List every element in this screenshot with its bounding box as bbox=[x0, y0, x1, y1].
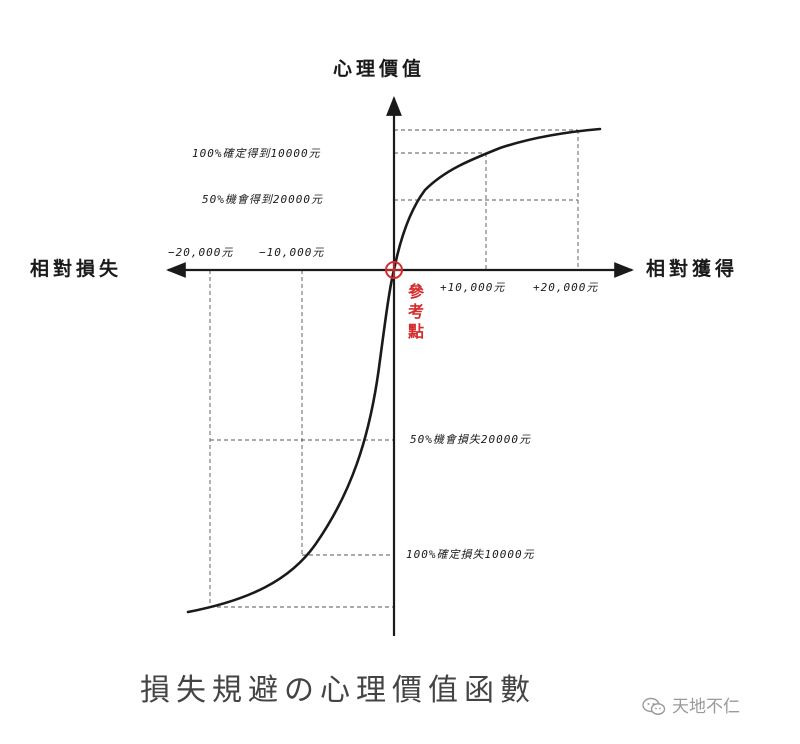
watermark-text: 天地不仁 bbox=[672, 696, 740, 717]
annotation-loss-certain: 100%確定損失10000元 bbox=[406, 548, 535, 561]
annotation-gain-gamble: 50%機會得到20000元 bbox=[202, 193, 323, 206]
reference-point-marker bbox=[385, 261, 403, 279]
value-function-plot bbox=[166, 96, 634, 636]
value-function-diagram: 心理價值 相對獲得 相對損失 −20,000元 −10,000元 +10,000… bbox=[0, 0, 800, 744]
y-axis-label: 心理價值 bbox=[333, 58, 426, 80]
gain-guides bbox=[394, 129, 579, 270]
annotation-loss-gamble: 50%機會損失20000元 bbox=[410, 433, 531, 446]
x-axis-left-label: 相對損失 bbox=[30, 258, 123, 280]
tick-neg-10000: −10,000元 bbox=[259, 246, 325, 259]
loss-guides bbox=[209, 270, 394, 608]
wechat-icon bbox=[642, 697, 666, 717]
x-axis-right-label: 相對獲得 bbox=[646, 258, 739, 280]
tick-pos-10000: +10,000元 bbox=[440, 281, 506, 294]
watermark: 天地不仁 bbox=[642, 697, 740, 717]
tick-pos-20000: +20,000元 bbox=[533, 281, 599, 294]
annotation-gain-certain: 100%確定得到10000元 bbox=[192, 147, 321, 160]
reference-point-label: 參考點 bbox=[407, 282, 424, 341]
tick-neg-20000: −20,000元 bbox=[168, 246, 234, 259]
diagram-caption: 損失規避の心理價值函數 bbox=[140, 673, 536, 708]
